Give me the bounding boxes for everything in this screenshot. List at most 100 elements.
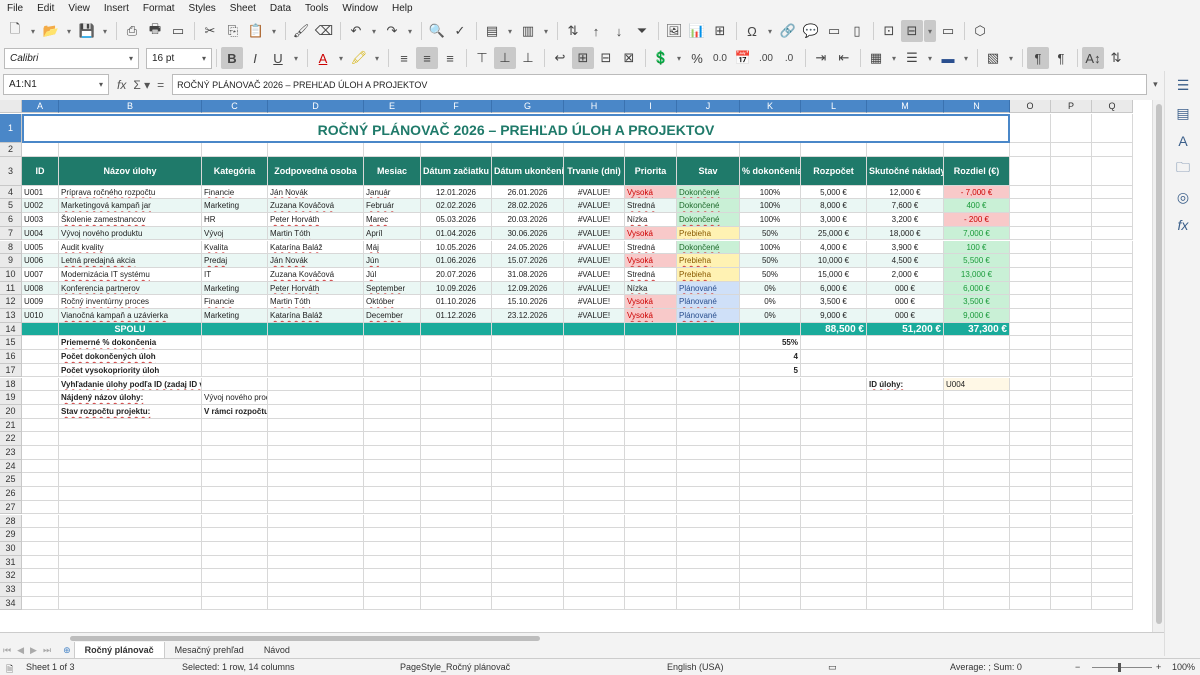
task-id-cell[interactable]: U001 xyxy=(22,185,59,200)
totals-cell[interactable] xyxy=(492,322,564,337)
empty-cell[interactable] xyxy=(202,555,268,570)
task-pct-cell[interactable]: 100% xyxy=(740,213,801,227)
empty-cell[interactable] xyxy=(1051,514,1092,529)
empty-cell[interactable] xyxy=(1051,363,1092,378)
empty-cell[interactable] xyxy=(1010,322,1051,337)
empty-cell[interactable] xyxy=(564,446,625,460)
empty-cell[interactable] xyxy=(740,143,801,157)
task-name-cell[interactable]: Vianočná kampaň a uzávierka xyxy=(59,309,202,323)
task-status-cell[interactable]: Plánované xyxy=(677,295,740,309)
font-size-dropdown-icon[interactable]: ▾ xyxy=(202,54,206,63)
empty-cell[interactable] xyxy=(22,143,59,157)
comment-icon[interactable]: 💬 xyxy=(800,20,822,42)
task-pct-cell[interactable]: 50% xyxy=(740,226,801,241)
empty-cell[interactable] xyxy=(202,583,268,597)
empty-cell[interactable] xyxy=(364,459,421,474)
empty-cell[interactable] xyxy=(1010,487,1051,501)
menu-item[interactable]: Data xyxy=(263,3,298,14)
empty-cell[interactable] xyxy=(364,473,421,488)
empty-cell[interactable] xyxy=(1010,583,1051,597)
task-diff-cell[interactable]: 7,000 € xyxy=(944,226,1010,241)
empty-cell[interactable] xyxy=(625,473,677,488)
empty-cell[interactable] xyxy=(677,569,740,583)
empty-cell[interactable] xyxy=(1051,114,1092,143)
sheet-tab[interactable]: Návod xyxy=(254,642,300,659)
task-name-cell[interactable]: Školenie zamestnancov xyxy=(59,213,202,227)
empty-cell[interactable] xyxy=(202,473,268,488)
empty-cell[interactable] xyxy=(677,391,740,405)
functions-icon[interactable]: fx xyxy=(1165,211,1200,239)
empty-cell[interactable] xyxy=(421,377,492,392)
empty-cell[interactable] xyxy=(1092,500,1133,515)
task-cat-cell[interactable]: Marketing xyxy=(202,309,268,323)
row-header[interactable]: 21 xyxy=(0,418,22,433)
empty-cell[interactable] xyxy=(22,432,59,446)
column-header[interactable]: D xyxy=(268,100,364,113)
empty-cell[interactable] xyxy=(1010,500,1051,515)
task-cat-cell[interactable]: Kvalita xyxy=(202,240,268,255)
empty-cell[interactable] xyxy=(421,596,492,611)
empty-cell[interactable] xyxy=(202,432,268,446)
empty-cell[interactable] xyxy=(22,514,59,529)
font-size-box[interactable]: 16 pt ▾ xyxy=(146,47,212,69)
task-budget-cell[interactable]: 8,000 € xyxy=(801,199,867,214)
empty-cell[interactable] xyxy=(1010,185,1051,200)
empty-cell[interactable] xyxy=(22,569,59,583)
empty-cell[interactable] xyxy=(944,514,1010,529)
redo-icon[interactable]: ↷ xyxy=(381,20,403,42)
task-name-cell[interactable]: Audit kvality xyxy=(59,240,202,255)
empty-cell[interactable] xyxy=(801,459,867,474)
empty-cell[interactable] xyxy=(1051,446,1092,460)
task-pct-cell[interactable]: 0% xyxy=(740,309,801,323)
column-icon[interactable]: ▥ xyxy=(517,20,539,42)
empty-cell[interactable] xyxy=(1051,322,1092,337)
empty-cell[interactable] xyxy=(564,514,625,529)
task-prio-cell[interactable]: Vysoká xyxy=(625,254,677,268)
empty-cell[interactable] xyxy=(421,432,492,446)
border-style-dropdown-icon[interactable]: ▾ xyxy=(924,47,936,69)
empty-cell[interactable] xyxy=(677,514,740,529)
empty-cell[interactable] xyxy=(564,350,625,364)
table-header-cell[interactable]: Rozdiel (€) xyxy=(944,156,1010,186)
empty-cell[interactable] xyxy=(364,377,421,392)
status-language[interactable]: English (USA) xyxy=(667,662,724,672)
empty-cell[interactable] xyxy=(421,143,492,157)
empty-cell[interactable] xyxy=(492,514,564,529)
task-end-cell[interactable]: 26.01.2026 xyxy=(492,185,564,200)
add-decimal-icon[interactable]: .00 xyxy=(755,47,777,69)
task-actual-cell[interactable]: 000 € xyxy=(867,281,944,296)
empty-cell[interactable] xyxy=(1051,213,1092,227)
totals-cell[interactable] xyxy=(564,322,625,337)
empty-cell[interactable] xyxy=(202,514,268,529)
empty-cell[interactable] xyxy=(202,569,268,583)
empty-cell[interactable] xyxy=(492,555,564,570)
header-footer-icon[interactable]: ▭ xyxy=(823,20,845,42)
task-actual-cell[interactable]: 000 € xyxy=(867,295,944,309)
row-header[interactable]: 15 xyxy=(0,336,22,351)
empty-cell[interactable] xyxy=(364,514,421,529)
task-actual-cell[interactable]: 12,000 € xyxy=(867,185,944,200)
decrease-indent-icon[interactable]: ⇤ xyxy=(833,47,855,69)
empty-cell[interactable] xyxy=(421,446,492,460)
row-header[interactable]: 28 xyxy=(0,514,22,529)
empty-cell[interactable] xyxy=(268,596,364,611)
empty-cell[interactable] xyxy=(677,350,740,364)
task-pct-cell[interactable]: 50% xyxy=(740,254,801,268)
empty-cell[interactable] xyxy=(1010,156,1051,186)
totals-cell[interactable] xyxy=(625,322,677,337)
empty-cell[interactable] xyxy=(1092,555,1133,570)
task-start-cell[interactable]: 05.03.2026 xyxy=(421,213,492,227)
task-dur-cell[interactable]: #VALUE! xyxy=(564,199,625,214)
empty-cell[interactable] xyxy=(1010,267,1051,282)
empty-cell[interactable] xyxy=(59,446,202,460)
highlight-color-icon[interactable]: 🖍 xyxy=(348,47,370,69)
column-header[interactable]: F xyxy=(421,100,492,113)
task-end-cell[interactable]: 24.05.2026 xyxy=(492,240,564,255)
empty-cell[interactable] xyxy=(421,459,492,474)
font-color-icon[interactable]: A xyxy=(312,47,334,69)
task-dur-cell[interactable]: #VALUE! xyxy=(564,226,625,241)
column-header[interactable]: O xyxy=(1010,100,1051,113)
empty-cell[interactable] xyxy=(677,487,740,501)
summary-label[interactable]: Počet dokončených úloh xyxy=(59,350,202,364)
row-header[interactable]: 16 xyxy=(0,350,22,364)
